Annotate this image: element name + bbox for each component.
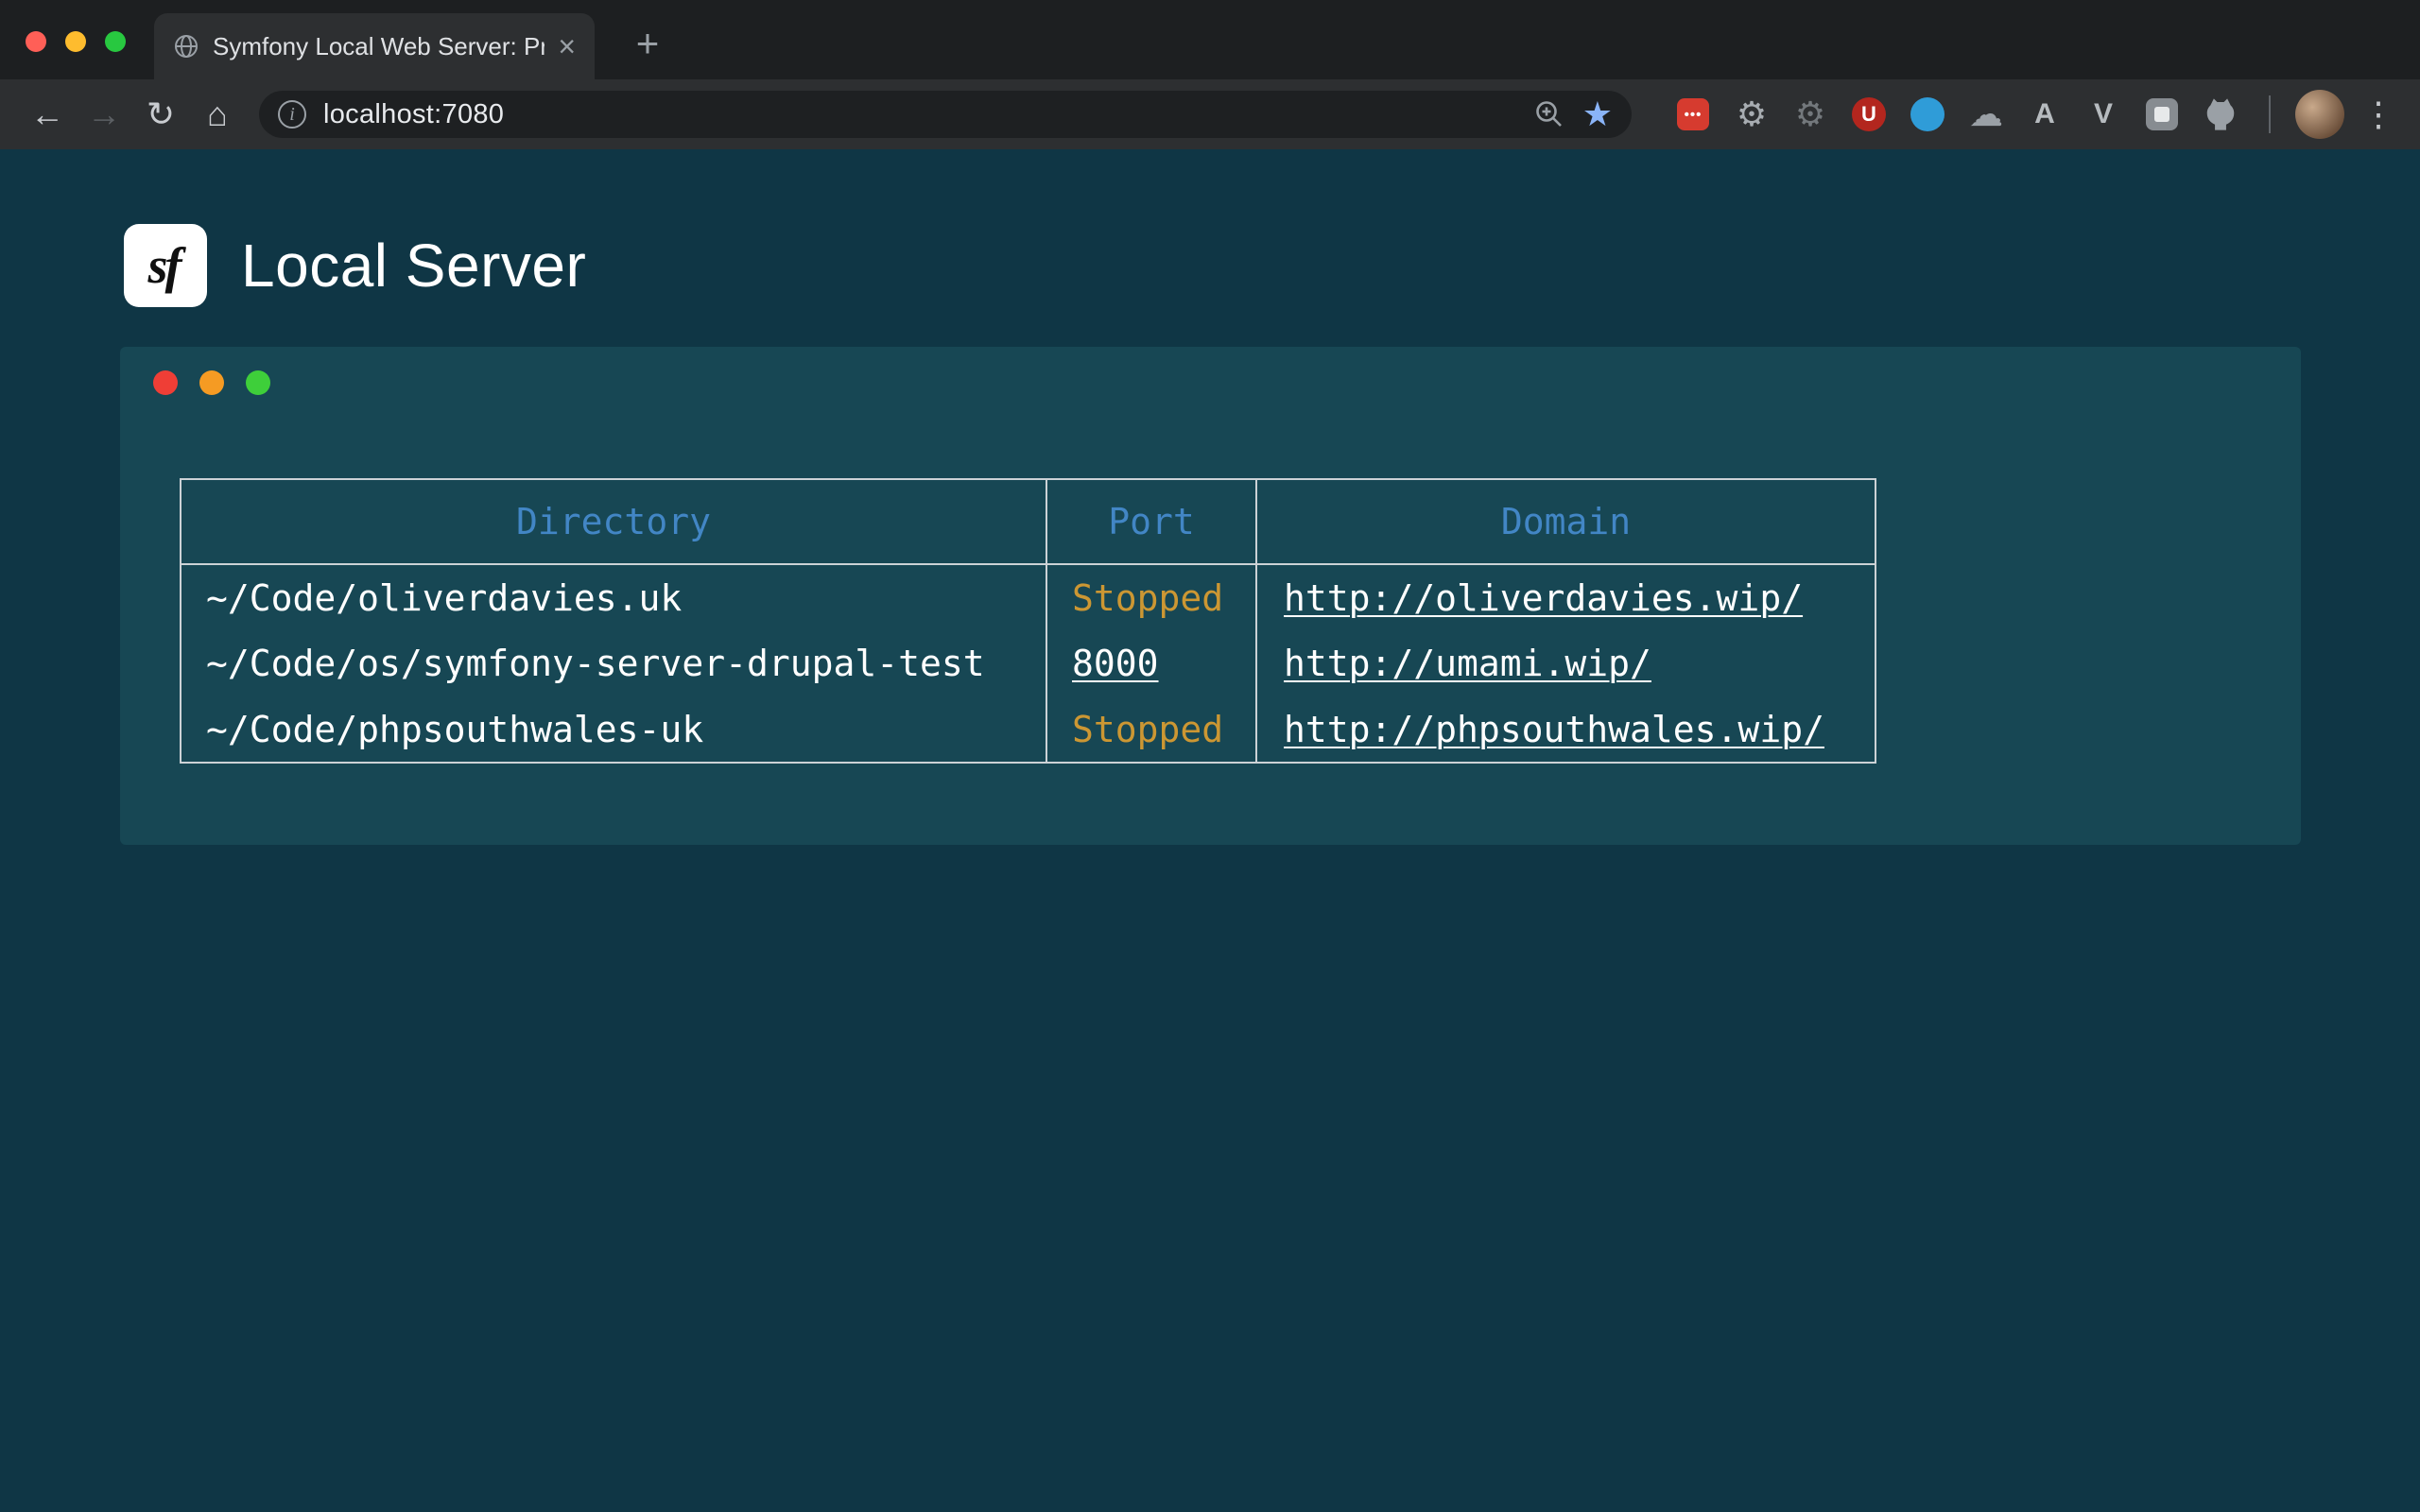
browser-menu-icon[interactable]: ⋮ (2356, 92, 2401, 137)
minimize-window-button[interactable] (65, 31, 86, 52)
green-dot-icon (246, 370, 270, 395)
octocat-extension-icon[interactable] (2197, 91, 2244, 138)
directory-cell: ~/Code/os/symfony-server-drupal-test (181, 630, 1046, 696)
favicon-globe-icon (173, 33, 199, 60)
close-window-button[interactable] (26, 31, 46, 52)
column-header-port: Port (1046, 479, 1256, 564)
forward-button[interactable]: → (76, 86, 132, 143)
maximize-window-button[interactable] (105, 31, 126, 52)
table-header-row: Directory Port Domain (181, 479, 1876, 564)
profile-avatar[interactable] (2295, 90, 2344, 139)
red-dot-icon (153, 370, 178, 395)
port-status: Stopped (1072, 709, 1223, 750)
servers-table: Directory Port Domain ~/Code/oliverdavie… (180, 478, 1876, 764)
browser-toolbar: ← → ↻ ⌂ i localhost:7080 ★ ••• ⚙ ⚙ U ☁ A… (0, 79, 2420, 149)
site-header: sf Local Server (124, 224, 586, 307)
url-text[interactable]: localhost:7080 (323, 99, 1533, 130)
zoom-icon[interactable] (1533, 98, 1565, 130)
back-button[interactable]: ← (19, 86, 76, 143)
column-header-domain: Domain (1256, 479, 1876, 564)
blue-circle-extension-icon[interactable] (1904, 91, 1951, 138)
server-card: Directory Port Domain ~/Code/oliverdavie… (120, 347, 2301, 845)
tab-bar: Symfony Local Web Server: Prox × + (0, 0, 2420, 79)
letter-v-extension-icon[interactable]: V (2080, 91, 2127, 138)
table-row: ~/Code/os/symfony-server-drupal-test 800… (181, 630, 1876, 696)
symfony-logo-text: sf (148, 236, 183, 295)
extensions-row: ••• ⚙ ⚙ U ☁ A V ⋮ (1669, 90, 2401, 139)
browser-tab[interactable]: Symfony Local Web Server: Prox × (154, 13, 595, 79)
home-button[interactable]: ⌂ (189, 86, 246, 143)
domain-link[interactable]: http://umami.wip/ (1284, 643, 1651, 684)
domain-link[interactable]: http://phpsouthwales.wip/ (1284, 709, 1824, 750)
directory-cell: ~/Code/phpsouthwales-uk (181, 696, 1046, 763)
page-title: Local Server (241, 231, 586, 301)
cog-extension-icon[interactable]: ⚙ (1787, 91, 1834, 138)
bookmark-star-icon[interactable]: ★ (1582, 97, 1613, 131)
toolbar-divider (2269, 95, 2271, 133)
new-tab-button[interactable]: + (619, 15, 676, 72)
card-window-dots (153, 370, 270, 395)
gear-extension-icon[interactable]: ⚙ (1728, 91, 1775, 138)
symfony-logo: sf (124, 224, 207, 307)
generic-extension-icon[interactable] (2138, 91, 2186, 138)
ublock-extension-icon[interactable]: U (1845, 91, 1893, 138)
tab-title: Symfony Local Web Server: Prox (213, 32, 544, 61)
domain-link[interactable]: http://oliverdavies.wip/ (1284, 577, 1803, 619)
tab-close-icon[interactable]: × (558, 31, 576, 61)
site-info-icon[interactable]: i (278, 100, 306, 129)
orange-dot-icon (199, 370, 224, 395)
letter-a-extension-icon[interactable]: A (2021, 91, 2068, 138)
address-bar[interactable]: i localhost:7080 ★ (259, 91, 1632, 138)
table-row: ~/Code/phpsouthwales-uk Stopped http://p… (181, 696, 1876, 763)
directory-cell: ~/Code/oliverdavies.uk (181, 564, 1046, 630)
port-status: Stopped (1072, 577, 1223, 619)
reload-button[interactable]: ↻ (132, 86, 189, 143)
page-content: sf Local Server Directory Port Domain ~/… (0, 149, 2420, 1512)
table-row: ~/Code/oliverdavies.uk Stopped http://ol… (181, 564, 1876, 630)
cloud-extension-icon[interactable]: ☁ (1962, 91, 2010, 138)
column-header-directory: Directory (181, 479, 1046, 564)
port-link[interactable]: 8000 (1072, 643, 1159, 684)
window-controls (26, 31, 126, 52)
dots-grid-extension-icon[interactable]: ••• (1669, 91, 1717, 138)
